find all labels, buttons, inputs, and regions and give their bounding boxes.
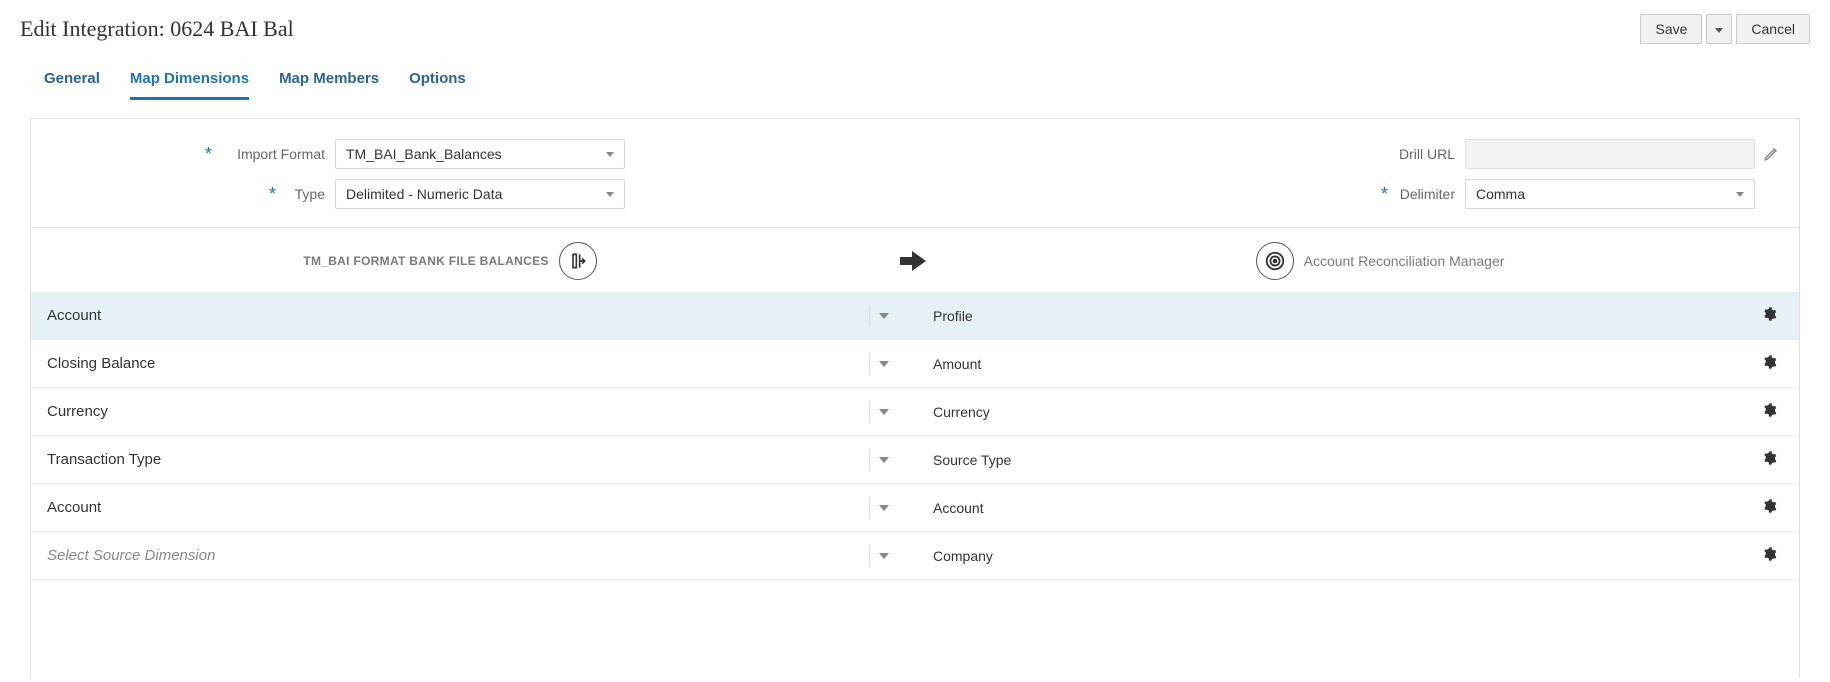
gear-icon — [1761, 402, 1777, 421]
save-button[interactable]: Save — [1640, 14, 1702, 44]
caret-down-icon — [1715, 28, 1723, 33]
arrow-right-icon — [900, 251, 930, 271]
tab-bar: General Map Dimensions Map Members Optio… — [0, 44, 1830, 100]
row-settings-button[interactable] — [1755, 354, 1783, 373]
map-row[interactable]: Transaction Type Source Type — [31, 436, 1799, 484]
content-panel: * Import Format TM_BAI_Bank_Balances Dri… — [30, 118, 1800, 678]
import-format-select[interactable]: TM_BAI_Bank_Balances — [335, 139, 625, 169]
tab-map-members[interactable]: Map Members — [279, 62, 379, 100]
map-target-cell: Account — [897, 500, 1755, 516]
chevron-down-icon — [606, 192, 614, 197]
flow-row: TM_BAI FORMAT BANK FILE BALANCES Account… — [31, 228, 1799, 292]
chevron-down-icon — [606, 152, 614, 157]
drill-url-label: Drill URL — [1325, 146, 1465, 162]
type-label-text: Type — [295, 186, 325, 202]
tab-general[interactable]: General — [44, 62, 100, 100]
map-target-cell: Profile — [897, 308, 1755, 324]
map-source-cell: Account — [47, 307, 869, 324]
import-format-label-text: Import Format — [237, 146, 325, 162]
row-settings-button[interactable] — [1755, 546, 1783, 565]
map-table: Account Profile Closing Balance Amount Curre… — [31, 292, 1799, 580]
gear-icon — [1761, 354, 1777, 373]
gear-icon — [1761, 546, 1777, 565]
map-row[interactable]: Currency Currency — [31, 388, 1799, 436]
row-settings-button[interactable] — [1755, 498, 1783, 517]
drill-url-input[interactable] — [1465, 139, 1755, 169]
gear-icon — [1761, 306, 1777, 325]
flow-source-label: TM_BAI FORMAT BANK FILE BALANCES — [303, 254, 548, 268]
import-format-label: * Import Format — [45, 146, 335, 162]
required-mark: * — [269, 184, 276, 205]
map-target-cell: Company — [897, 548, 1755, 564]
gear-icon — [1761, 498, 1777, 517]
tab-options[interactable]: Options — [409, 62, 466, 100]
map-source-cell: Select Source Dimension — [47, 547, 869, 564]
map-target-cell: Source Type — [897, 452, 1755, 468]
page-header: Edit Integration: 0624 BAI Bal Save Canc… — [0, 0, 1830, 44]
tab-map-dimensions[interactable]: Map Dimensions — [130, 62, 249, 100]
chevron-down-icon — [879, 553, 889, 559]
map-row[interactable]: Select Source Dimension Company — [31, 532, 1799, 580]
map-row[interactable]: Closing Balance Amount — [31, 340, 1799, 388]
delimiter-select[interactable]: Comma — [1465, 179, 1755, 209]
map-source-cell: Account — [47, 499, 869, 516]
map-source-cell: Currency — [47, 403, 869, 420]
map-row[interactable]: Account Account — [31, 484, 1799, 532]
row-settings-button[interactable] — [1755, 450, 1783, 469]
drill-url-label-text: Drill URL — [1399, 146, 1455, 162]
map-row[interactable]: Account Profile — [31, 292, 1799, 340]
source-dropdown-button[interactable] — [869, 401, 897, 423]
required-mark: * — [1381, 184, 1388, 205]
type-label: * Type — [45, 186, 335, 202]
page-title: Edit Integration: 0624 BAI Bal — [20, 16, 1640, 42]
flow-source: TM_BAI FORMAT BANK FILE BALANCES — [45, 242, 855, 280]
delimiter-label-text: Delimiter — [1400, 186, 1455, 202]
delimiter-value: Comma — [1476, 186, 1525, 202]
source-dropdown-button[interactable] — [869, 449, 897, 471]
chevron-down-icon — [879, 313, 889, 319]
row-settings-button[interactable] — [1755, 306, 1783, 325]
target-icon — [1256, 242, 1294, 280]
flow-target: Account Reconciliation Manager — [975, 242, 1785, 280]
save-dropdown-button[interactable] — [1706, 14, 1732, 44]
map-source-cell: Transaction Type — [47, 451, 869, 468]
chevron-down-icon — [879, 505, 889, 511]
chevron-down-icon — [879, 409, 889, 415]
gear-icon — [1761, 450, 1777, 469]
map-target-cell: Currency — [897, 404, 1755, 420]
form-section: * Import Format TM_BAI_Bank_Balances Dri… — [31, 139, 1799, 228]
source-dropdown-button[interactable] — [869, 497, 897, 519]
row-settings-button[interactable] — [1755, 402, 1783, 421]
delimiter-label: * Delimiter — [1325, 186, 1465, 202]
type-select[interactable]: Delimited - Numeric Data — [335, 179, 625, 209]
chevron-down-icon — [879, 457, 889, 463]
map-target-cell: Amount — [897, 356, 1755, 372]
source-dropdown-button[interactable] — [869, 545, 897, 567]
chevron-down-icon — [1736, 192, 1744, 197]
header-actions: Save Cancel — [1640, 14, 1810, 44]
source-dropdown-button[interactable] — [869, 305, 897, 327]
import-format-value: TM_BAI_Bank_Balances — [346, 146, 502, 162]
source-icon — [559, 242, 597, 280]
flow-arrow — [855, 251, 975, 271]
map-source-cell: Closing Balance — [47, 355, 869, 372]
type-value: Delimited - Numeric Data — [346, 186, 502, 202]
edit-drill-url-icon[interactable] — [1755, 144, 1785, 165]
required-mark: * — [205, 144, 212, 165]
flow-target-label: Account Reconciliation Manager — [1304, 253, 1505, 269]
cancel-button[interactable]: Cancel — [1736, 14, 1810, 44]
source-dropdown-button[interactable] — [869, 353, 897, 375]
chevron-down-icon — [879, 361, 889, 367]
